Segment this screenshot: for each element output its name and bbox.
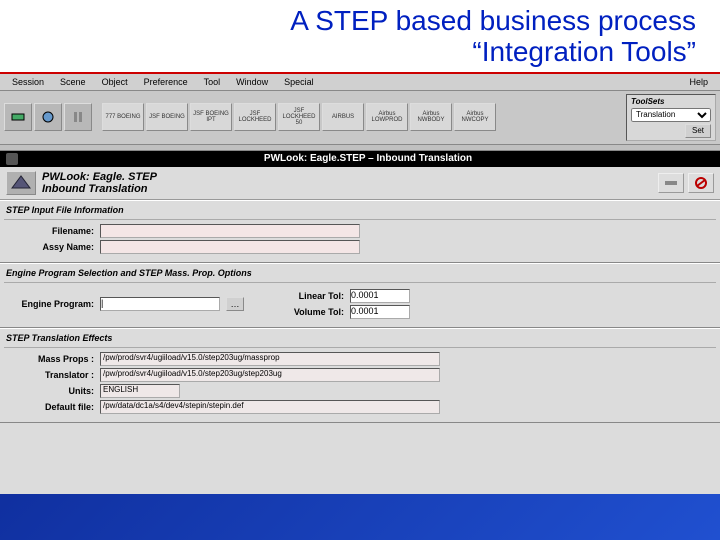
cancel-icon xyxy=(693,177,709,189)
eagle-icon xyxy=(10,174,32,192)
engine-program-label: Engine Program: xyxy=(4,299,94,309)
toolbar-btn-airbus[interactable]: AIRBUS xyxy=(322,103,364,131)
default-file-input[interactable]: /pw/data/dc1a/s4/dev4/stepin/stepin.def xyxy=(100,400,440,414)
window-title-cap-icon xyxy=(6,153,18,165)
translator-label: Translator : xyxy=(4,370,94,380)
linear-tol-input[interactable]: 0.0001 xyxy=(350,289,410,303)
slide-title-line2: “Integration Tools” xyxy=(24,37,696,68)
units-input[interactable]: ENGLISH xyxy=(100,384,180,398)
slide-title-block: A STEP based business process “Integrati… xyxy=(0,0,720,74)
slide-root: A STEP based business process “Integrati… xyxy=(0,0,720,540)
menubar: Session Scene Object Preference Tool Win… xyxy=(0,74,720,91)
menu-preference[interactable]: Preference xyxy=(136,76,196,88)
blank-area xyxy=(0,423,720,494)
default-file-label: Default file: xyxy=(4,402,94,412)
massprops-label: Mass Props : xyxy=(4,354,94,364)
menubar-spacer xyxy=(322,76,682,88)
volume-tol-label: Volume Tol: xyxy=(274,307,344,317)
window-title-text: PWLook: Eagle.STEP – Inbound Translation xyxy=(22,153,714,164)
filename-label: Filename: xyxy=(4,226,94,236)
menu-object[interactable]: Object xyxy=(94,76,136,88)
toolbar-btn-airbus-nwcopy[interactable]: Airbus NWCOPY xyxy=(454,103,496,131)
toolbar-icon-3[interactable] xyxy=(64,103,92,131)
slide-title-line1: A STEP based business process xyxy=(24,6,696,37)
toolbar-btn-airbus-nwbody[interactable]: Airbus NWBODY xyxy=(410,103,452,131)
sub-header-right-icons xyxy=(658,173,714,193)
sub-header: PWLook: Eagle. STEP Inbound Translation xyxy=(0,167,720,200)
window-title-bar: PWLook: Eagle.STEP – Inbound Translation xyxy=(0,151,720,167)
menu-tool[interactable]: Tool xyxy=(196,76,229,88)
toolbar-icon-2[interactable] xyxy=(34,103,62,131)
section-translation-effects-title: STEP Translation Effects xyxy=(4,331,716,348)
menu-scene[interactable]: Scene xyxy=(52,76,94,88)
menu-help[interactable]: Help xyxy=(681,76,716,88)
toolbar-btn-jsf-boeing-ipt[interactable]: JSF BOEING IPT xyxy=(190,103,232,131)
section-translation-effects: STEP Translation Effects Mass Props : /p… xyxy=(0,328,720,423)
toolsets-set-button[interactable]: Set xyxy=(685,124,711,138)
tool-icon xyxy=(9,108,27,126)
app-logo-icon xyxy=(6,171,36,195)
toolsets-label: ToolSets xyxy=(631,97,711,106)
menu-window[interactable]: Window xyxy=(228,76,276,88)
filename-input[interactable] xyxy=(100,224,360,238)
tool-icon-2[interactable] xyxy=(688,173,714,193)
section-engine-program: Engine Program Selection and STEP Mass. … xyxy=(0,263,720,328)
massprops-input[interactable]: /pw/prod/svr4/ugiiload/v15.0/step203ug/m… xyxy=(100,352,440,366)
translator-input[interactable]: /pw/prod/svr4/ugiiload/v15.0/step203ug/s… xyxy=(100,368,440,382)
section-engine-program-title: Engine Program Selection and STEP Mass. … xyxy=(4,266,716,283)
toolsets-panel: ToolSets Translation Set xyxy=(626,94,716,141)
app-window: Session Scene Object Preference Tool Win… xyxy=(0,74,720,494)
toolbar: 777 BOEING JSF BOEING JSF BOEING IPT JSF… xyxy=(0,91,720,145)
wrench-icon xyxy=(663,177,679,189)
section-step-input: STEP Input File Information Filename: As… xyxy=(0,200,720,263)
section-step-input-title: STEP Input File Information xyxy=(4,203,716,220)
toolbar-btn-jsf-lockheed-50[interactable]: JSF LOCKHEED 50 xyxy=(278,103,320,131)
tool-icon xyxy=(39,108,57,126)
tool-icon xyxy=(69,108,87,126)
menu-special[interactable]: Special xyxy=(276,76,322,88)
volume-tol-input[interactable]: 0.0001 xyxy=(350,305,410,319)
toolbar-btn-airbus-lowprod[interactable]: Airbus LOWPROD xyxy=(366,103,408,131)
tool-icon-1[interactable] xyxy=(658,173,684,193)
sub-header-line2: Inbound Translation xyxy=(42,183,157,195)
menu-session[interactable]: Session xyxy=(4,76,52,88)
linear-tol-label: Linear Tol: xyxy=(274,291,344,301)
assyname-label: Assy Name: xyxy=(4,242,94,252)
toolbar-btn-777-boeing[interactable]: 777 BOEING xyxy=(102,103,144,131)
engine-program-input[interactable]: | xyxy=(100,297,220,311)
units-label: Units: xyxy=(4,386,94,396)
toolbar-btn-jsf-lockheed[interactable]: JSF LOCKHEED xyxy=(234,103,276,131)
sub-header-title: PWLook: Eagle. STEP Inbound Translation xyxy=(42,171,157,195)
engine-program-browse-button[interactable]: … xyxy=(226,297,244,311)
sub-header-line1: PWLook: Eagle. STEP xyxy=(42,171,157,183)
toolbar-btn-jsf-boeing[interactable]: JSF BOEING xyxy=(146,103,188,131)
assyname-input[interactable] xyxy=(100,240,360,254)
toolsets-select[interactable]: Translation xyxy=(631,108,711,122)
toolbar-icon-1[interactable] xyxy=(4,103,32,131)
